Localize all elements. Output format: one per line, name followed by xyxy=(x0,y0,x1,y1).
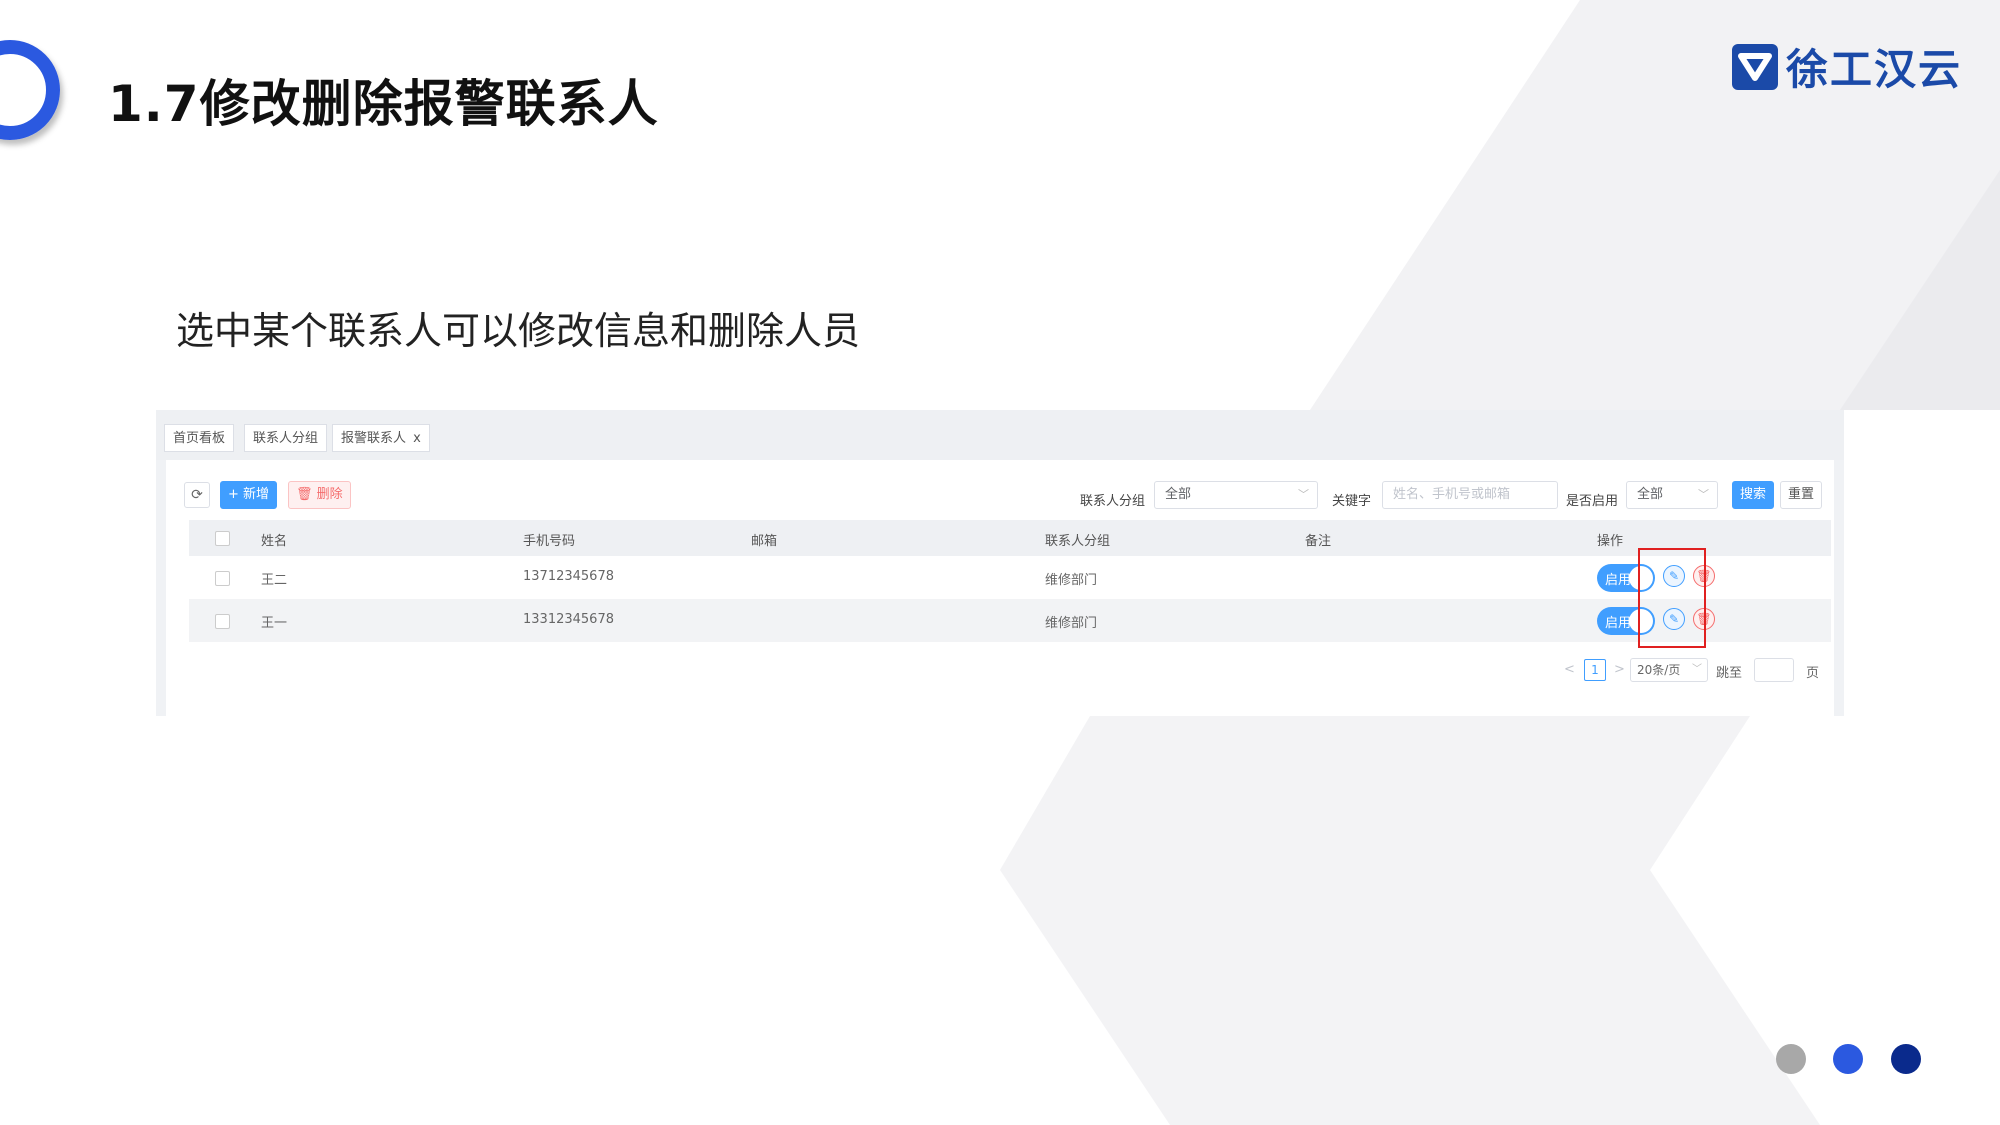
page-unit-label: 页 xyxy=(1806,666,1820,681)
company-logo: 徐工汉云 xyxy=(1732,36,1962,97)
nav-dot-navy xyxy=(1891,1044,1921,1074)
cell-phone: 13312345678 xyxy=(523,612,614,627)
header-actions: 操作 xyxy=(1597,534,1624,549)
action-highlight-box xyxy=(1638,548,1706,648)
slide-title: 1.7修改删除报警联系人 xyxy=(108,75,659,133)
next-page-button[interactable]: > xyxy=(1614,662,1625,677)
logo-mark-icon xyxy=(1732,43,1778,90)
header-phone: 手机号码 xyxy=(523,534,576,549)
cell-group: 维修部门 xyxy=(1045,616,1098,631)
header-email: 邮箱 xyxy=(751,534,778,549)
reset-button[interactable]: 重置 xyxy=(1780,481,1823,509)
group-filter-value: 全部 xyxy=(1165,487,1192,502)
row-checkbox[interactable] xyxy=(215,614,230,629)
enabled-filter-select[interactable]: 全部 ﹀ xyxy=(1626,481,1718,509)
cell-name: 王一 xyxy=(261,616,288,631)
header-name: 姓名 xyxy=(261,534,288,549)
page-number[interactable]: 1 xyxy=(1584,659,1606,681)
table-header: 姓名 手机号码 邮箱 联系人分组 备注 操作 xyxy=(189,520,1831,556)
group-filter-label: 联系人分组 xyxy=(1080,494,1146,509)
page-size-select[interactable]: 20条/页 ﹀ xyxy=(1630,658,1708,682)
table-row[interactable]: 王二 13712345678 维修部门 启用 ✎ 🗑 xyxy=(189,556,1831,599)
page-size-value: 20条/页 xyxy=(1637,663,1681,677)
row-checkbox[interactable] xyxy=(215,571,230,586)
refresh-button[interactable]: ⟳ xyxy=(184,482,210,508)
toggle-label: 启用 xyxy=(1605,573,1632,588)
refresh-icon: ⟳ xyxy=(191,487,203,503)
cell-group: 维修部门 xyxy=(1045,573,1098,588)
app-screenshot: 首页看板 联系人分组 报警联系人 x ⟳ + 新增 🗑 删除 联系人分组 全部 … xyxy=(156,410,1844,716)
main-content: ⟳ + 新增 🗑 删除 联系人分组 全部 ﹀ 关键字 姓名、手机号或邮箱 是否启… xyxy=(166,460,1834,716)
enabled-filter-value: 全部 xyxy=(1637,487,1664,502)
tab-dashboard[interactable]: 首页看板 xyxy=(164,424,235,452)
search-button[interactable]: 搜索 xyxy=(1732,481,1775,509)
tab-close-icon[interactable]: x xyxy=(413,431,421,446)
logo-text: 徐工汉云 xyxy=(1786,45,1963,94)
toggle-label: 启用 xyxy=(1605,616,1632,631)
slide-subtitle: 选中某个联系人可以修改信息和删除人员 xyxy=(176,309,861,353)
group-filter-select[interactable]: 全部 ﹀ xyxy=(1154,481,1318,509)
table-row[interactable]: 王一 13312345678 维修部门 启用 ✎ 🗑 xyxy=(189,599,1831,642)
jump-label: 跳至 xyxy=(1716,666,1743,681)
keyword-label: 关键字 xyxy=(1332,494,1372,509)
header-group: 联系人分组 xyxy=(1045,534,1111,549)
tab-label: 报警联系人 xyxy=(341,431,407,446)
delete-button[interactable]: 🗑 删除 xyxy=(288,481,351,509)
tab-label: 首页看板 xyxy=(173,431,226,446)
nav-dot-blue xyxy=(1833,1044,1863,1074)
delete-label: 删除 xyxy=(316,487,343,502)
chevron-down-icon: ﹀ xyxy=(1698,488,1709,501)
keyword-input[interactable]: 姓名、手机号或邮箱 xyxy=(1382,481,1558,509)
header-remark: 备注 xyxy=(1305,534,1332,549)
enabled-filter-label: 是否启用 xyxy=(1566,494,1619,509)
chevron-down-icon: ﹀ xyxy=(1692,664,1702,675)
chevron-down-icon: ﹀ xyxy=(1298,488,1309,501)
prev-page-button[interactable]: < xyxy=(1564,662,1575,677)
tab-alarm-contacts[interactable]: 报警联系人 x xyxy=(332,424,430,452)
cell-name: 王二 xyxy=(261,573,288,588)
tab-label: 联系人分组 xyxy=(253,431,319,446)
tab-contact-groups[interactable]: 联系人分组 xyxy=(244,424,328,452)
cell-phone: 13712345678 xyxy=(523,569,614,584)
nav-dot-gray xyxy=(1776,1044,1806,1074)
select-all-checkbox[interactable] xyxy=(215,531,230,546)
tab-bar: 首页看板 联系人分组 报警联系人 x xyxy=(156,410,1844,460)
trash-icon: 🗑 xyxy=(296,487,313,502)
jump-page-input[interactable] xyxy=(1754,658,1794,682)
add-button[interactable]: + 新增 xyxy=(220,481,278,509)
